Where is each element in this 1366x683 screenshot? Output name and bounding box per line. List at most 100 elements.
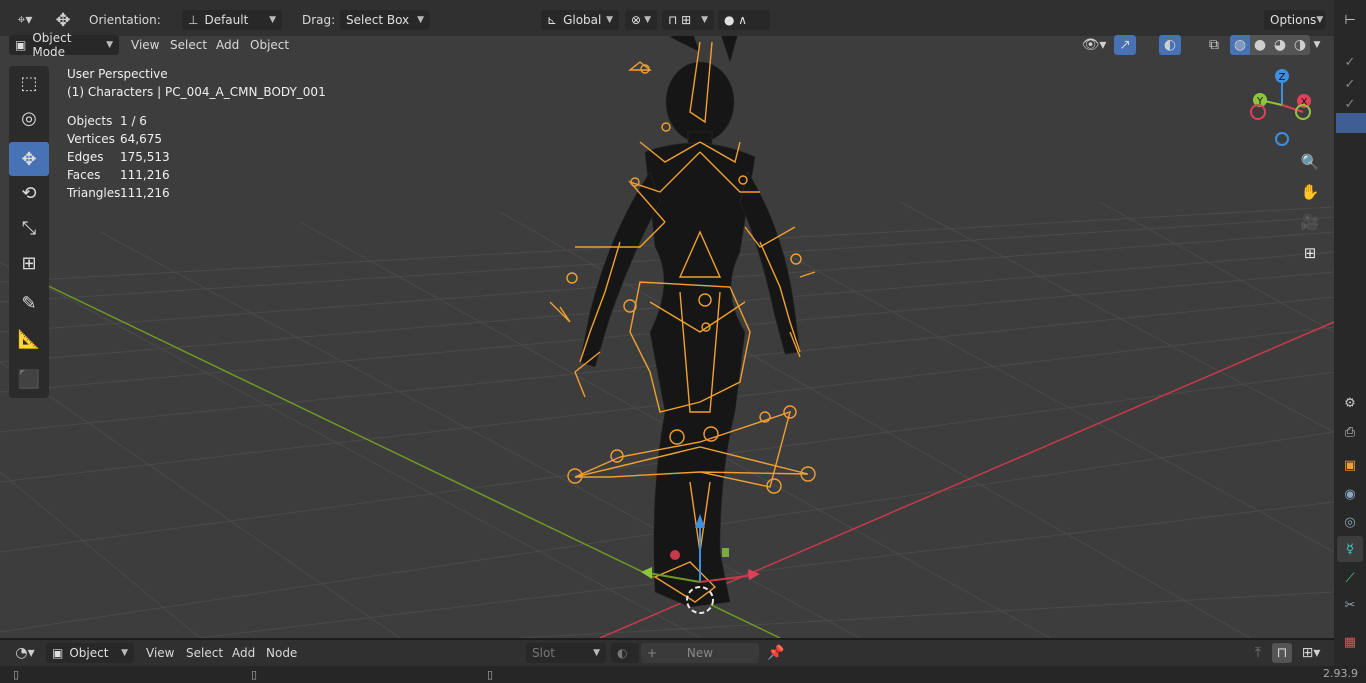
orientation-dropdown[interactable]: ⊥ Default ▼ (182, 10, 282, 30)
pin-icon[interactable]: 📌 (766, 643, 786, 663)
mode-dropdown[interactable]: ▣ Object Mode ▼ (9, 31, 119, 59)
character-mesh (579, 32, 801, 608)
slot-dropdown[interactable]: Slot ▼ (526, 643, 606, 663)
menu-node[interactable]: Node (261, 643, 302, 663)
version-label: 2.93.9 (1323, 667, 1358, 680)
armature-data-icon[interactable]: ☿ (1337, 537, 1363, 561)
camera-icon[interactable]: 🎥 (1297, 209, 1323, 235)
new-label: New (686, 646, 714, 660)
scale-icon[interactable]: ⤡ (9, 211, 49, 245)
stat-row: Edges 175,513 (67, 150, 170, 168)
shader-type-value: Object (69, 646, 109, 660)
physics-icon[interactable]: ◎ (1337, 510, 1363, 534)
3d-viewport[interactable] (0, 32, 1334, 638)
texture-icon[interactable]: ▦ (1337, 630, 1363, 654)
stat-label: Faces (67, 168, 101, 182)
stat-value: 64,675 (120, 132, 162, 146)
menu-object[interactable]: Object (245, 35, 294, 55)
stat-row: Objects 1 / 6 (67, 114, 170, 132)
rendered-shading-icon[interactable]: ◑ (1290, 35, 1310, 55)
chevron-down-icon: ▼ (606, 15, 613, 25)
annotate-icon[interactable]: ✎ (9, 286, 49, 320)
proportional-edit-dropdown[interactable]: ● ∧ (718, 10, 770, 30)
stat-label: Edges (67, 150, 104, 164)
mouse-middle-icon: ▯ (250, 668, 258, 681)
cursor-icon[interactable]: ◎ (9, 101, 49, 135)
snap-icon: ⊓ ⊞ (668, 13, 692, 27)
slot-value: Slot (532, 646, 555, 660)
modifier-icon[interactable]: ◉ (1337, 482, 1363, 506)
stat-value: 111,216 (120, 186, 170, 200)
visibility-icon[interactable]: 👁▾ (1078, 35, 1110, 55)
transform-icon[interactable]: ⊞ (9, 246, 49, 280)
menu-add[interactable]: Add (227, 643, 260, 663)
shader-type-dropdown[interactable]: ▣ Object ▼ (46, 643, 134, 663)
options-dropdown[interactable]: Options ▼ (1264, 10, 1326, 30)
object-properties-icon[interactable]: ▣ (1337, 453, 1363, 477)
orientation-label: Orientation: (89, 13, 161, 27)
editor-type-icon[interactable]: ⌖▾ (10, 10, 40, 30)
transform-space-icon: ⊾ (547, 13, 558, 27)
chevron-down-icon: ▼ (593, 648, 600, 658)
chevron-down-icon: ▼ (1316, 15, 1324, 25)
menu-add[interactable]: Add (211, 35, 244, 55)
pivot-dropdown[interactable]: ⊗ ▼ (625, 10, 657, 30)
chevron-down-icon: ▼ (701, 15, 708, 25)
menu-select[interactable]: Select (181, 643, 228, 663)
chevron-down-icon: ▼ (417, 15, 424, 25)
active-object-label: (1) Characters | PC_004_A_CMN_BODY_001 (67, 85, 326, 99)
xray-icon[interactable]: ⧉ (1204, 35, 1224, 55)
mode-value: Object Mode (32, 31, 72, 59)
options-label: Options (1270, 13, 1317, 27)
menu-select[interactable]: Select (165, 35, 212, 55)
rotate-icon[interactable]: ⟲ (9, 176, 49, 210)
chevron-down-icon[interactable]: ▼ (1310, 35, 1324, 55)
menu-view[interactable]: View (141, 643, 179, 663)
stat-label: Objects (67, 114, 113, 128)
zoom-icon[interactable]: 🔍 (1297, 149, 1323, 175)
editor-type-icon[interactable]: ◔▾ (10, 643, 40, 663)
bone-constraint-icon[interactable]: ✂ (1337, 593, 1363, 617)
solid-shading-icon[interactable]: ● (1250, 35, 1270, 55)
measure-icon[interactable]: 📐 (9, 322, 49, 356)
menu-view[interactable]: View (126, 35, 164, 55)
new-material-button[interactable]: + New (641, 643, 759, 663)
stat-row: Vertices 64,675 (67, 132, 170, 150)
proportional-edit-icon: ● ∧ (724, 13, 748, 27)
snap-target-icon[interactable]: ⊞▾ (1296, 643, 1326, 663)
plus-icon: + (647, 646, 658, 660)
chevron-down-icon: ▼ (121, 648, 128, 658)
drag-dropdown[interactable]: Select Box ▼ (340, 10, 430, 30)
parent-node-icon[interactable]: ⤒ (1248, 643, 1268, 663)
snap-toggle-icon[interactable]: ⊓ (1272, 643, 1292, 663)
move-icon[interactable]: ✥ (9, 142, 49, 176)
checkbox-icon[interactable]: ✓ (1337, 50, 1363, 74)
pan-hand-icon[interactable]: ✋ (1297, 179, 1323, 205)
object-mode-icon: ▣ (15, 38, 27, 52)
ortho-grid-icon[interactable]: ⊞ (1297, 240, 1323, 266)
stat-value: 175,513 (120, 150, 170, 164)
snap-dropdown[interactable]: ⊓ ⊞ ▼ (662, 10, 714, 30)
shading-buttons: ◍ ● ◕ ◑ (1230, 35, 1310, 55)
material-shading-icon[interactable]: ◕ (1270, 35, 1290, 55)
render-icon[interactable]: ⎙ (1337, 420, 1363, 444)
transform-space-value: Global (563, 13, 602, 27)
properties-tool-icon[interactable]: ⚙ (1337, 391, 1363, 415)
status-bar (0, 666, 1366, 683)
stat-label: Vertices (67, 132, 115, 146)
orientation-value: Default (204, 13, 249, 27)
navigation-gizmo[interactable]: Z X Y (1245, 65, 1320, 150)
transform-space-dropdown[interactable]: ⊾ Global ▼ (541, 10, 619, 30)
overlay-toggle-icon[interactable]: ◐ (1159, 35, 1181, 55)
chevron-down-icon: ▼ (644, 15, 651, 25)
selected-outliner-row[interactable] (1336, 113, 1366, 133)
bone-icon[interactable]: ⟋ (1337, 566, 1363, 590)
move-tool-icon: ✥ (55, 9, 71, 31)
add-cube-icon[interactable]: ⬛ (9, 362, 49, 396)
material-browse-icon[interactable]: ◐ (611, 643, 639, 663)
chevron-down-icon: ▼ (269, 15, 276, 25)
select-box-icon[interactable]: ⬚ (9, 66, 49, 100)
gizmo-toggle-icon[interactable]: ↗ (1114, 35, 1136, 55)
wireframe-shading-icon[interactable]: ◍ (1230, 35, 1250, 55)
editor-type-icon[interactable]: ⊢ (1337, 8, 1363, 32)
